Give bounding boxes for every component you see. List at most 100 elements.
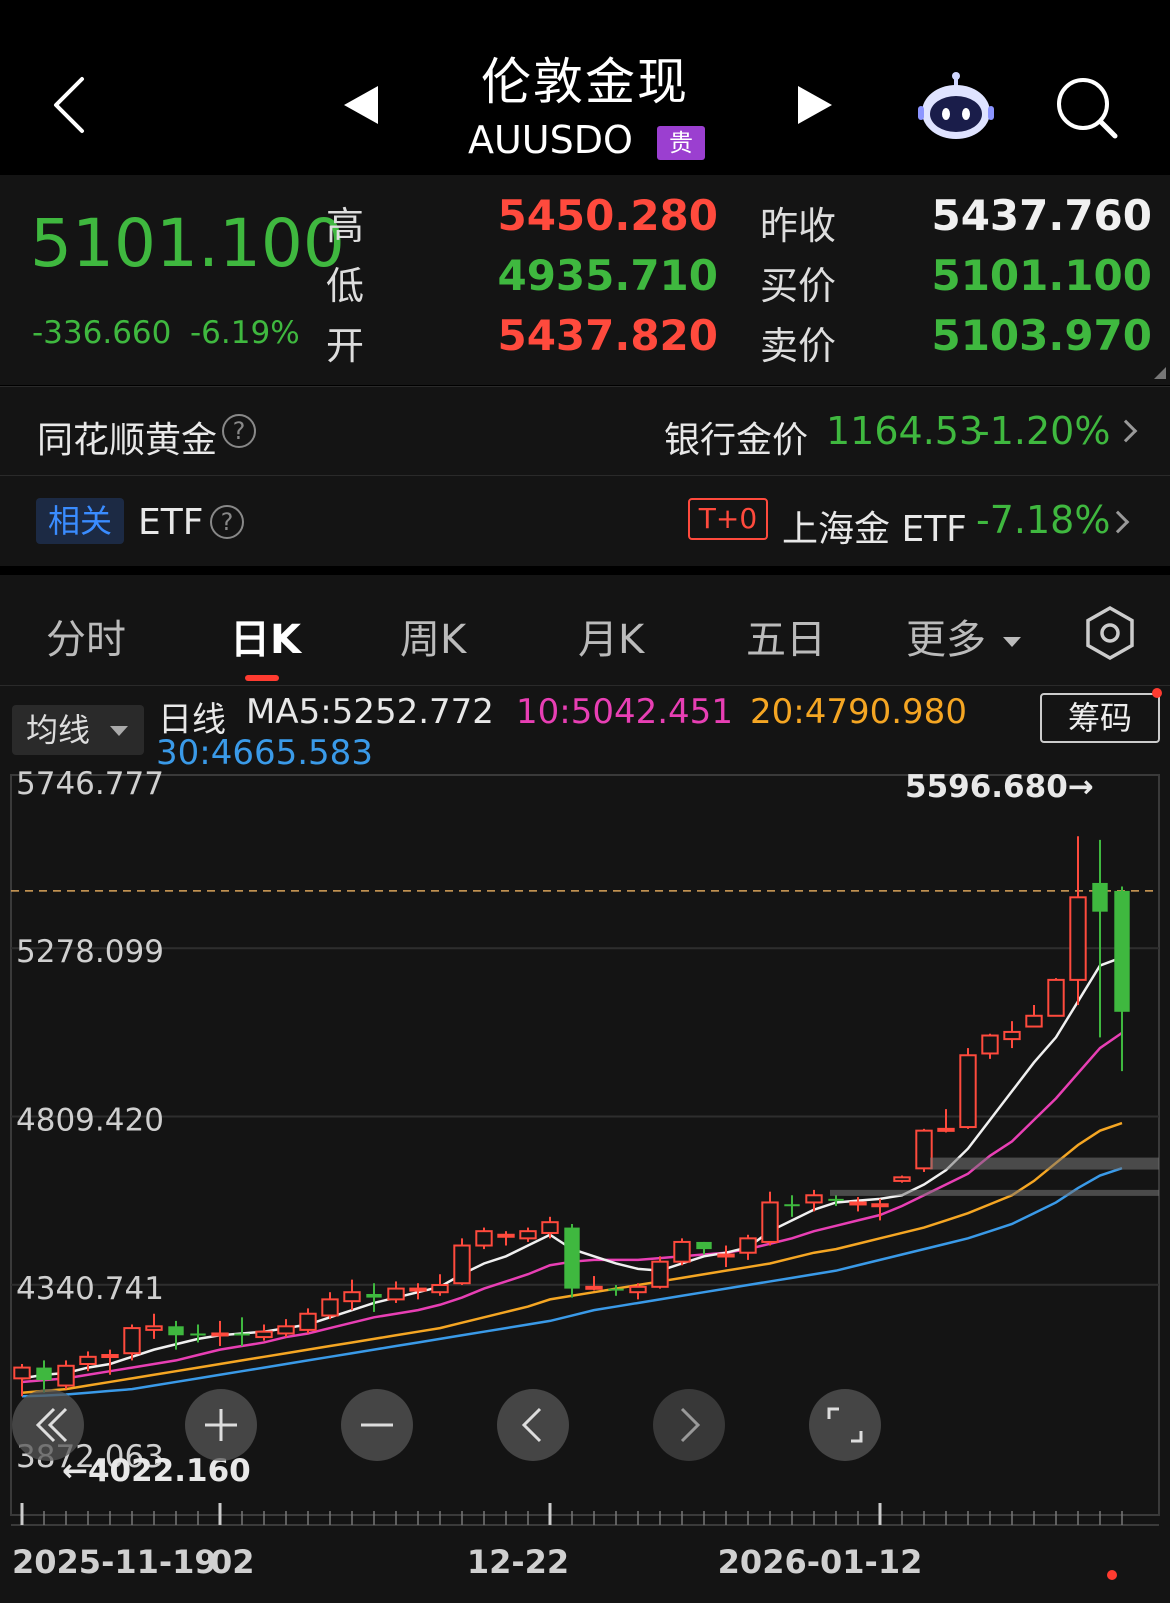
- candlestick-chart[interactable]: 5746.7775278.0994809.4204340.7413872.063…: [0, 575, 1170, 1603]
- y-tick-label: 4340.741: [16, 1271, 164, 1307]
- price-change-percent: -6.19%: [190, 315, 300, 351]
- prev-close-label: 昨收: [760, 204, 837, 248]
- ask-value: 5103.970: [931, 311, 1152, 360]
- y-tick-label: 5278.099: [16, 934, 164, 970]
- price-change: -336.660: [32, 315, 172, 351]
- candle-body: [981, 1034, 999, 1055]
- x-tick-label: 02: [210, 1543, 255, 1581]
- high-label: 高: [326, 204, 365, 248]
- candle-body: [168, 1326, 184, 1336]
- open-value: 5437.820: [497, 311, 718, 360]
- status-dot: [1107, 1570, 1117, 1580]
- etf-name: 上海金 ETF: [782, 509, 967, 550]
- bid-value: 5101.100: [931, 251, 1152, 300]
- prev-close-value: 5437.760: [931, 191, 1152, 240]
- x-tick-label: 2026-01-12: [718, 1543, 923, 1581]
- candle-body: [629, 1285, 647, 1294]
- candle-body: [431, 1284, 449, 1294]
- quote-panel: 5101.100 -336.660 -6.19% 高 低 开 5450.280 …: [0, 175, 1170, 385]
- candle-body: [585, 1285, 603, 1290]
- candle-body: [673, 1240, 691, 1263]
- candle-body: [409, 1287, 427, 1292]
- candle-body: [761, 1201, 779, 1243]
- scroll-left-button[interactable]: [497, 1389, 569, 1461]
- etf-percent: -7.18%: [976, 498, 1111, 542]
- candle-body: [234, 1333, 250, 1336]
- help-icon[interactable]: ?: [222, 414, 256, 448]
- related-tag: 相关: [36, 498, 124, 544]
- ai-assistant-icon[interactable]: [918, 70, 994, 140]
- candle-body: [211, 1332, 229, 1337]
- candle-body: [1047, 978, 1065, 1017]
- candle-body: [1003, 1030, 1021, 1041]
- candle-body: [321, 1298, 339, 1317]
- candle-body: [739, 1237, 757, 1254]
- gold-row-label: 同花顺黄金: [37, 420, 218, 461]
- plot-frame: [10, 774, 1160, 1516]
- candle-body: [190, 1333, 206, 1336]
- scroll-right-button[interactable]: [653, 1389, 725, 1461]
- chip-zone-bar: [830, 1189, 1159, 1196]
- top-bar: 伦敦金现 AUUSDO 贵: [0, 0, 1170, 175]
- etf-row[interactable]: 相关 ETF ? T+0 上海金 ETF -7.18%: [0, 476, 1170, 566]
- ma10-line: [21, 1031, 1123, 1384]
- low-value: 4935.710: [497, 251, 718, 300]
- candle-body: [717, 1253, 735, 1258]
- high-value: 5450.280: [497, 191, 718, 240]
- candle-body: [541, 1221, 559, 1234]
- candle-body: [564, 1227, 580, 1289]
- candle-body: [57, 1364, 75, 1387]
- candle-body: [893, 1176, 911, 1182]
- chip-zone-bar: [930, 1157, 1159, 1170]
- x-tick-label: 12-22: [467, 1543, 569, 1581]
- candle-body: [123, 1327, 141, 1355]
- candle-body: [1069, 896, 1087, 981]
- precious-metal-tag: 贵: [657, 126, 705, 160]
- search-icon[interactable]: [1055, 76, 1119, 140]
- candle-body: [475, 1230, 493, 1247]
- next-instrument-icon[interactable]: [796, 84, 834, 126]
- open-label: 开: [326, 324, 365, 368]
- candle-body: [696, 1241, 712, 1250]
- candle-body: [1025, 1014, 1043, 1028]
- candle-body: [497, 1233, 515, 1238]
- candle-body: [277, 1325, 295, 1335]
- y-tick-label: 5746.777: [16, 766, 164, 802]
- fullscreen-button[interactable]: [809, 1389, 881, 1461]
- scroll-left-fast-button[interactable]: [12, 1389, 84, 1461]
- chevron-right-icon[interactable]: [1114, 419, 1138, 443]
- candle-body: [101, 1354, 119, 1359]
- help-icon[interactable]: ?: [210, 505, 244, 539]
- bank-price-value: 1164.53: [826, 409, 984, 453]
- chart-section: 分时 日K 周K 月K 五日 更多 均线 日线 MA5:5252.772 10:…: [0, 575, 1170, 1603]
- candle-body: [366, 1293, 382, 1298]
- t0-tag: T+0: [688, 498, 768, 540]
- candle-body: [1114, 890, 1130, 1012]
- zoom-in-button[interactable]: [185, 1389, 257, 1461]
- candle-body: [299, 1312, 317, 1331]
- zoom-out-button[interactable]: [341, 1389, 413, 1461]
- expand-corner-icon[interactable]: [1154, 367, 1166, 379]
- candle-body: [959, 1054, 977, 1129]
- bank-price-label: 银行金价: [664, 420, 809, 461]
- candle-body: [937, 1127, 955, 1132]
- candle-body: [608, 1288, 624, 1291]
- gold-info-row[interactable]: 同花顺黄金 ? 银行金价 1164.53 -1.20%: [0, 387, 1170, 475]
- candle-body: [13, 1366, 31, 1380]
- candle-body: [849, 1201, 867, 1206]
- candle-body: [343, 1291, 361, 1303]
- x-tick-label: 2025-11-19: [12, 1543, 217, 1581]
- low-label: 低: [326, 264, 365, 308]
- candle-body: [805, 1194, 823, 1204]
- y-tick-label: 4809.420: [16, 1103, 164, 1139]
- candle-body: [255, 1330, 273, 1339]
- candle-body: [79, 1355, 97, 1365]
- candle-body: [871, 1203, 889, 1208]
- candle-body: [915, 1129, 933, 1170]
- candle-body: [1092, 882, 1108, 912]
- candle-body: [387, 1287, 405, 1301]
- etf-label: ETF: [138, 502, 204, 543]
- page-title: 伦敦金现: [481, 53, 689, 111]
- candle-body: [828, 1198, 844, 1201]
- bank-price-percent: -1.20%: [976, 409, 1111, 453]
